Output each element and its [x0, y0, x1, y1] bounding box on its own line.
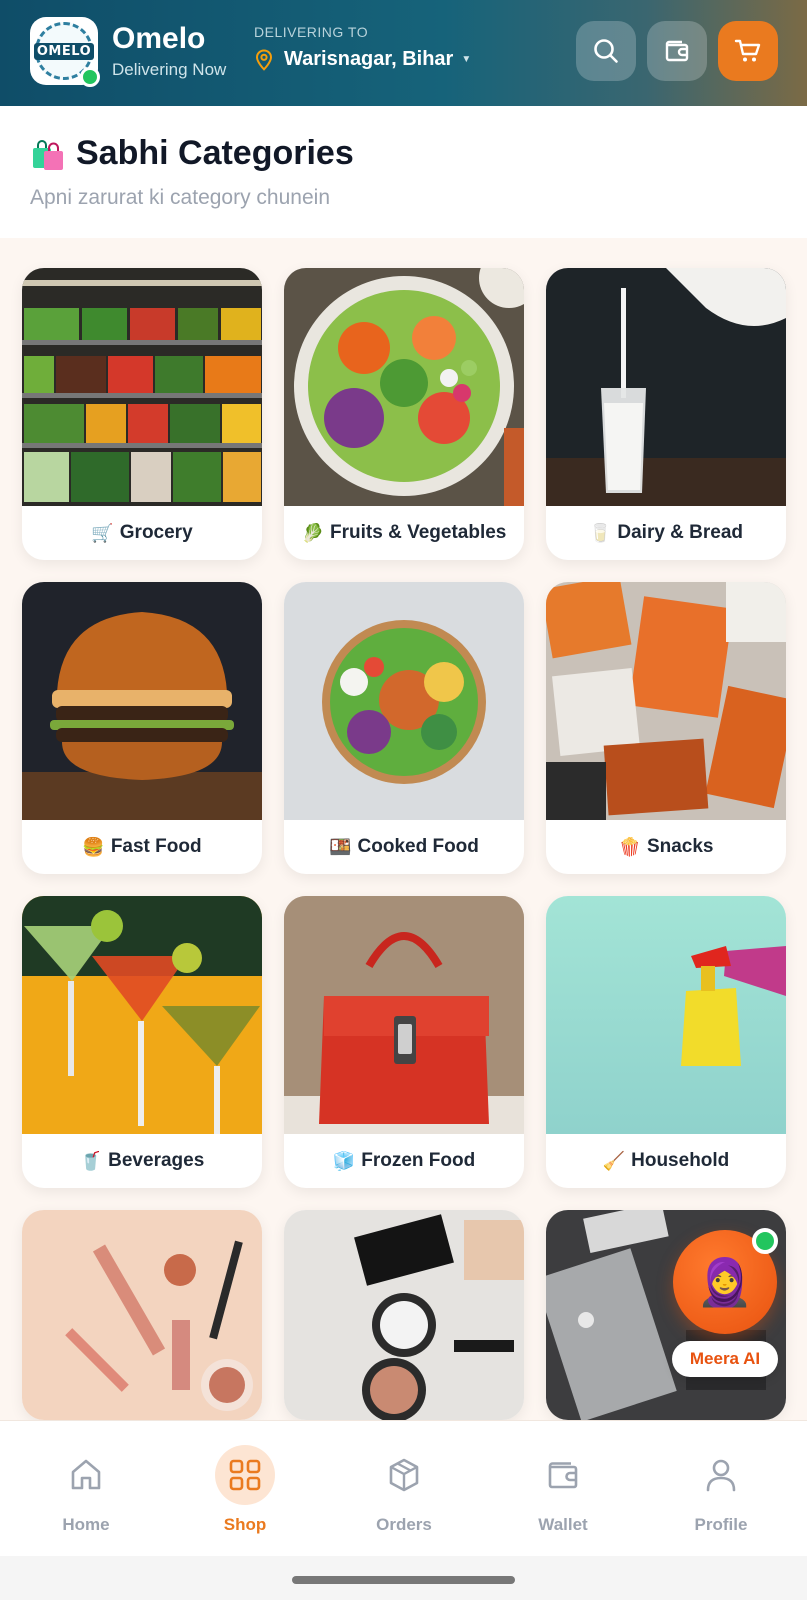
burger-emoji-icon: 🍔	[82, 836, 105, 857]
category-label: 🍿 Snacks	[546, 820, 786, 874]
category-name: Household	[631, 1150, 730, 1171]
milk-emoji-icon: 🥛	[588, 522, 612, 543]
bottom-navigation: Home Shop Orders Wallet Profile	[0, 1420, 807, 1556]
nav-label: Wallet	[538, 1515, 588, 1534]
broom-emoji-icon: 🧹	[602, 1150, 626, 1171]
cup-emoji-icon: 🥤	[79, 1150, 103, 1171]
nav-icon-wrap	[215, 1445, 275, 1505]
category-label: 🍔 Fast Food	[22, 820, 262, 874]
cart-button[interactable]	[718, 21, 778, 81]
category-label: 🥛 Dairy & Bread	[546, 506, 786, 560]
nav-icon-wrap	[533, 1445, 593, 1505]
chevron-down-icon: ▼	[461, 54, 472, 65]
nav-label: Shop	[223, 1515, 267, 1534]
category-label: 🍱 Cooked Food	[284, 820, 524, 874]
category-card-dairy-bread[interactable]: 🥛 Dairy & Bread	[546, 268, 786, 560]
leafy-greens-emoji-icon: 🥬	[301, 522, 325, 543]
category-card-beauty[interactable]	[22, 1210, 262, 1420]
nav-icon-wrap	[56, 1445, 116, 1505]
system-gesture-area	[0, 1556, 807, 1600]
frozen-food-image	[284, 896, 524, 1134]
page-subtitle: Apni zarurat ki category chunein	[30, 186, 330, 209]
category-card-beverages[interactable]: 🥤 Beverages	[22, 896, 262, 1188]
nav-shop[interactable]: Shop	[175, 1421, 315, 1557]
category-name: Beverages	[108, 1150, 205, 1171]
snacks-image	[546, 582, 786, 820]
grocery-image	[22, 268, 262, 506]
wallet-button[interactable]	[647, 21, 707, 81]
category-card-snacks[interactable]: 🍿 Snacks	[546, 582, 786, 874]
nav-label: Home	[62, 1515, 110, 1534]
nav-icon-wrap	[374, 1445, 434, 1505]
nav-profile[interactable]: Profile	[651, 1421, 791, 1557]
category-card-fruits-vegetables[interactable]: 🥬 Fruits & Vegetables	[284, 268, 524, 560]
page-title-text: Sabhi Categories	[76, 134, 354, 172]
user-icon	[706, 1459, 736, 1492]
shopping-bags-icon	[33, 139, 63, 170]
nav-label: Orders	[376, 1515, 432, 1534]
category-card-grocery[interactable]: 🛒 Grocery	[22, 268, 262, 560]
category-name: Cooked Food	[357, 836, 479, 857]
category-label: 🛒 Grocery	[22, 506, 262, 560]
assistant-online-dot	[752, 1228, 778, 1254]
category-name: Grocery	[119, 522, 193, 543]
category-name: Frozen Food	[361, 1150, 476, 1171]
cosmetics-image	[22, 1210, 262, 1420]
page-title: Sabhi Categories	[30, 134, 354, 173]
wallet-icon	[665, 40, 689, 62]
location-selector[interactable]: Warisnagar, Bihar ▼	[254, 48, 471, 71]
brand-block: Omelo Delivering Now	[112, 22, 226, 80]
assistant-avatar-icon: 🧕	[696, 1255, 754, 1308]
category-card-fast-food[interactable]: 🍔 Fast Food	[22, 582, 262, 874]
categories-header: Sabhi Categories Apni zarurat ki categor…	[0, 106, 807, 238]
category-card-cooked-food[interactable]: 🍱 Cooked Food	[284, 582, 524, 874]
logo-text: OMELO	[33, 42, 95, 60]
nav-home[interactable]: Home	[16, 1421, 156, 1557]
category-label: 🥬 Fruits & Vegetables	[284, 506, 524, 560]
brand-name: Omelo	[112, 22, 206, 55]
delivery-location[interactable]: DELIVERING TO Warisnagar, Bihar ▼	[254, 24, 471, 71]
category-name: Fast Food	[110, 836, 202, 857]
home-indicator[interactable]	[292, 1576, 515, 1584]
cart-icon	[734, 39, 761, 62]
category-card-frozen-food[interactable]: 🧊 Frozen Food	[284, 896, 524, 1188]
category-card-household[interactable]: 🧹 Household	[546, 896, 786, 1188]
beverages-image	[22, 896, 262, 1134]
category-label: 🥤 Beverages	[22, 1134, 262, 1188]
home-icon	[71, 1459, 101, 1490]
category-name: Dairy & Bread	[617, 522, 744, 543]
cart-emoji-icon: 🛒	[91, 522, 114, 543]
online-status-dot	[80, 67, 100, 87]
fast-food-image	[22, 582, 262, 820]
makeup-image	[284, 1210, 524, 1420]
category-label: 🧊 Frozen Food	[284, 1134, 524, 1188]
search-icon	[594, 39, 618, 63]
delivering-label: DELIVERING TO	[254, 24, 369, 40]
box-icon	[389, 1458, 419, 1492]
location-text: Warisnagar, Bihar	[284, 48, 454, 70]
category-card-personal-care[interactable]	[284, 1210, 524, 1420]
fruits-vegetables-image	[284, 268, 524, 506]
location-pin-icon	[255, 48, 273, 71]
nav-label: Profile	[694, 1515, 748, 1534]
category-label: 🧹 Household	[546, 1134, 786, 1188]
cooked-food-image	[284, 582, 524, 820]
popcorn-emoji-icon: 🍿	[618, 836, 641, 857]
app-header: OMELO Omelo Delivering Now DELIVERING TO…	[0, 0, 807, 106]
brand-status: Delivering Now	[112, 60, 227, 79]
grid-icon	[229, 1459, 261, 1491]
nav-orders[interactable]: Orders	[334, 1421, 474, 1557]
search-button[interactable]	[576, 21, 636, 81]
category-name: Fruits & Vegetables	[330, 522, 507, 543]
nav-wallet[interactable]: Wallet	[493, 1421, 633, 1557]
household-image	[546, 896, 786, 1134]
meera-ai-label[interactable]: Meera AI	[672, 1341, 778, 1377]
wallet-icon	[548, 1462, 578, 1489]
nav-icon-wrap	[691, 1445, 751, 1505]
bento-emoji-icon: 🍱	[329, 836, 352, 857]
dairy-bread-image	[546, 268, 786, 506]
ice-cube-emoji-icon: 🧊	[332, 1150, 356, 1171]
category-name: Snacks	[646, 836, 714, 857]
